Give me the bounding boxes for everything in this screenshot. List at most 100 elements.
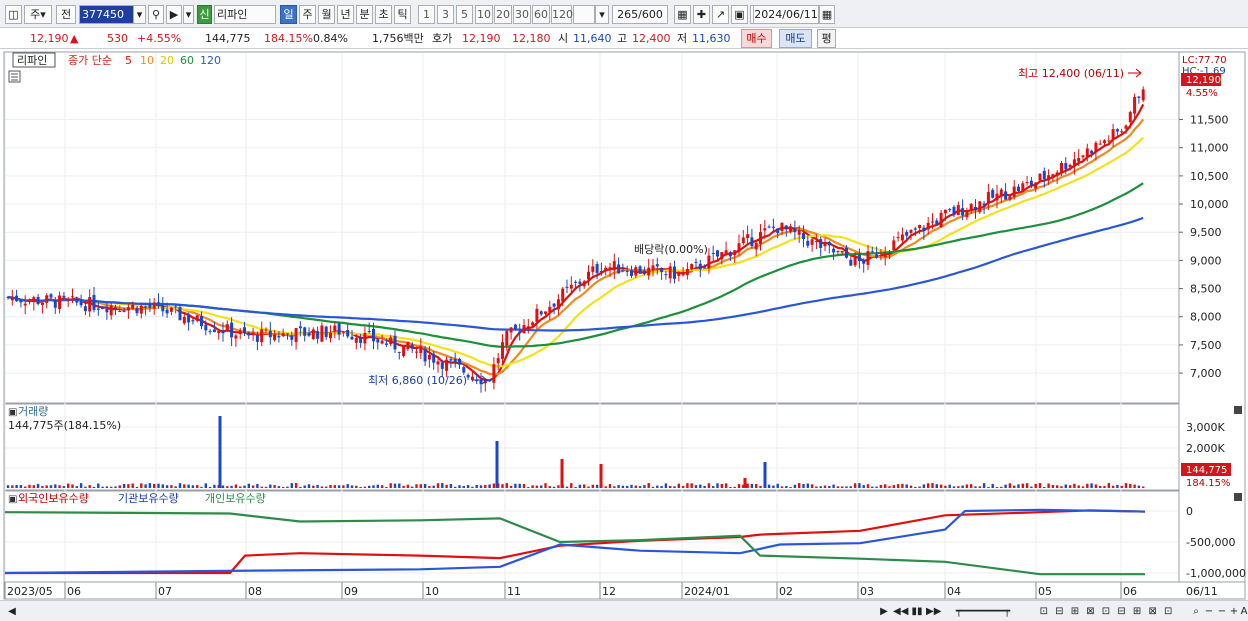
candle-body [771,226,775,228]
volume-bar [1081,486,1085,488]
candle-body [939,212,943,228]
candle-body [445,359,449,371]
volume-bar [239,486,242,488]
layout-icon[interactable]: ◫ [5,5,22,24]
speaker-icon[interactable]: ▶ [166,5,182,24]
candle-body [681,272,685,276]
volume-bar [423,483,427,488]
volume-close-icon[interactable] [1234,406,1242,414]
candle-body [922,227,926,232]
period-year-button[interactable]: 년 [337,5,354,24]
volume-bar [415,484,418,488]
stock-chart[interactable]: 리파인 종가 단순 5 10 20 60 120 최고 12,400 (06/1… [0,50,1248,600]
chart-scrollbar[interactable]: ◀ ▶ ◀◀ ▮▮ ▶▶ ┯━━━━━━━┯ ⊡ ⊟ ⊞ ⊠ ⊡ ⊟ ⊞ ⊠ ⊡… [0,600,1248,621]
interval-1-button[interactable]: 1 [418,5,435,24]
candle-body [363,333,367,344]
period-minute-button[interactable]: 분 [356,5,373,24]
candle-body [759,232,762,244]
volume-bar [174,486,177,488]
stock-name-field[interactable]: 리파인 [214,5,276,24]
volume-pane-marker: ▣ [8,407,17,418]
interval-input[interactable] [573,5,595,24]
rewind-icon[interactable]: ◀◀ [893,604,908,619]
period-label: 틱 [397,8,408,21]
candle-body [857,254,861,262]
period-day-button[interactable]: 일 [280,5,297,24]
trend-tool-icon[interactable]: ↗ [712,5,729,24]
candle-body [647,267,651,276]
interval-30-button[interactable]: 30 [513,5,531,24]
calendar-icon[interactable]: ▦ [819,5,835,24]
period-month-button[interactable]: 월 [318,5,335,24]
quote-bar: 12,190 ▲ 530 +4.55% 144,775 184.15% 0.84… [0,28,1248,49]
candle-body [819,239,823,249]
volume-bar [626,485,629,488]
interval-3-button[interactable]: 3 [437,5,454,24]
holding-pane-marker: ▣ [8,494,17,505]
buy-button[interactable]: 매수 [741,29,772,48]
candle-body [896,237,900,239]
tool-icons[interactable]: ⊡ ⊟ ⊞ ⊠ ⊡ ⊟ ⊞ ⊠ ⊡ [1022,604,1192,619]
candle-body [298,326,302,329]
font-size-icon[interactable]: A [1239,604,1248,619]
candle-body [165,309,169,314]
candle-body [277,335,281,338]
count-field[interactable]: 265/600 [612,5,668,24]
code-dropdown[interactable]: ▾ [133,5,146,24]
volume-bar [148,483,152,488]
volume-bar [122,483,126,488]
volume-bar [828,486,831,488]
search-zoom-icon[interactable]: ⌕ [1190,604,1202,619]
interval-5-button[interactable]: 5 [456,5,473,24]
volume-bar [1107,483,1110,488]
period-week-button[interactable]: 주 [299,5,316,24]
candle-body [728,252,732,257]
interval-dropdown[interactable]: ▾ [595,5,609,24]
volume-ratio: 184.15% [264,32,313,45]
interval-60-button[interactable]: 60 [532,5,550,24]
new-listing-label: 신 [199,8,210,21]
volume-bar [948,484,951,488]
period-label: 년 [340,8,351,21]
stock-code-input[interactable]: 377450 [79,5,134,24]
zoom-out-icon[interactable]: − [1203,604,1215,619]
scroll-left-icon[interactable]: ◀ [6,604,18,619]
candle-body [875,254,879,258]
zoom-slider[interactable]: ┯━━━━━━━┯ [948,604,1018,619]
prev-button[interactable]: 전 [56,5,76,24]
market-select[interactable]: 주▾ [24,5,52,24]
scroll-right-icon[interactable]: ▶ [878,604,890,619]
pause-icon[interactable]: ▮▮ [911,604,923,619]
volume-bar [11,485,14,488]
eval-button[interactable]: 평 [817,29,836,48]
holding-close-icon[interactable] [1234,493,1242,501]
volume-bar [183,484,186,488]
period-second-button[interactable]: 초 [375,5,392,24]
volume-bar [548,486,551,488]
search-icon[interactable]: ⚲ [148,5,164,24]
candle-body [350,336,354,340]
minus-icon[interactable]: − [1216,604,1228,619]
crosshair-icon[interactable]: ✚ [693,5,710,24]
candle-body [595,264,599,273]
turnover-rate: 0.84% [313,32,348,45]
candle-body [1029,180,1033,186]
sell-button[interactable]: 매도 [779,29,812,48]
speaker-dropdown[interactable]: ▾ [183,5,194,24]
candle-body [6,296,10,298]
forward-icon[interactable]: ▶▶ [926,604,941,619]
candle-type-icon[interactable]: ▦ [674,5,691,24]
volume-bar [428,486,431,488]
interval-20-button[interactable]: 20 [494,5,512,24]
period-tick-button[interactable]: 틱 [394,5,411,24]
candle-body [578,281,582,284]
date-field[interactable]: 2024/06/11 [753,5,819,24]
interval-120-button[interactable]: 120 [551,5,573,24]
x-tick-label: 02 [779,585,793,598]
save-image-icon[interactable]: ▣ [731,5,748,24]
candle-body [711,252,715,254]
candle-body [956,205,960,216]
volume-bar [574,486,577,488]
volume-bar [372,485,375,488]
interval-10-button[interactable]: 10 [475,5,493,24]
